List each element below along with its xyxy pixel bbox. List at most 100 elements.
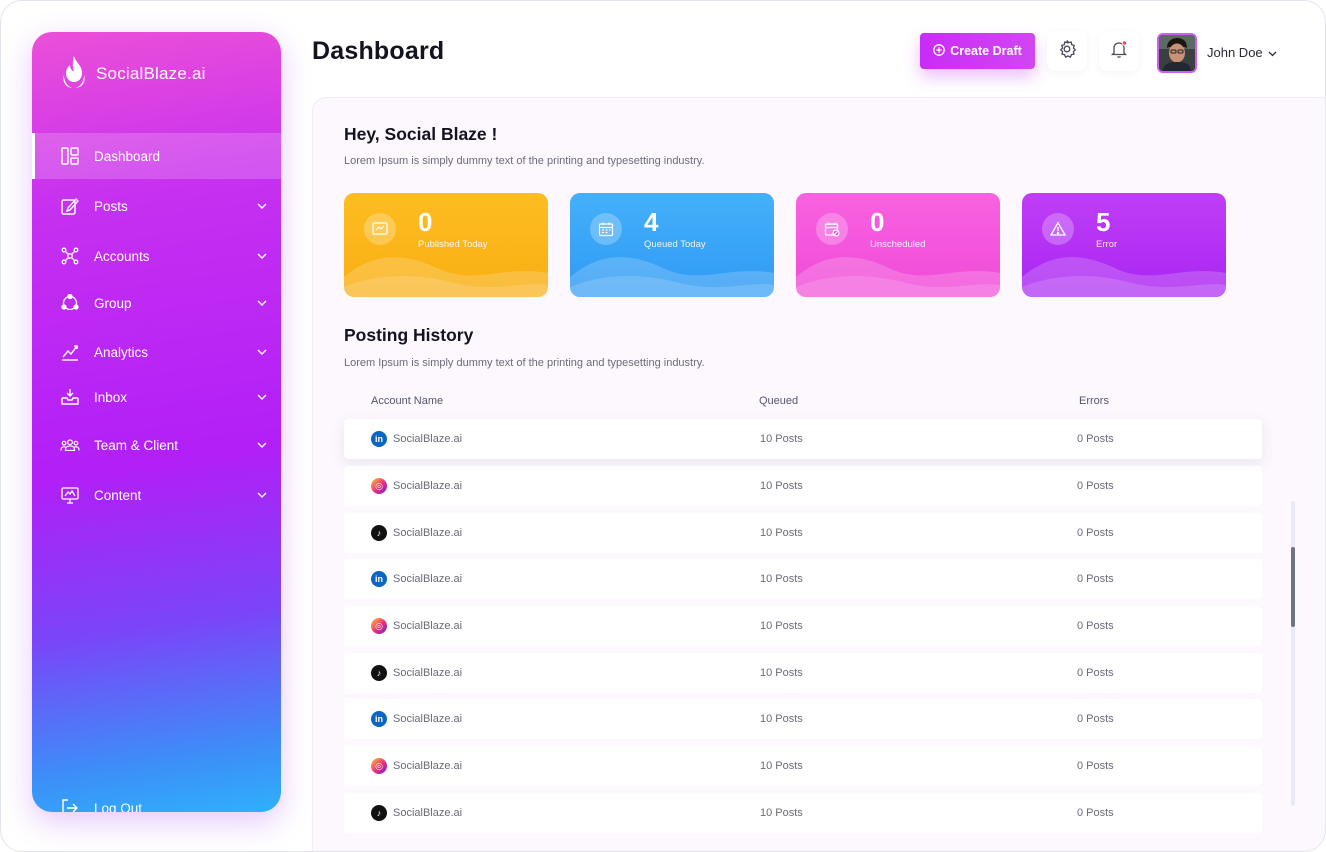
table-row[interactable]: in SocialBlaze.ai 10 Posts 0 Posts [344, 559, 1262, 599]
chart-icon [60, 342, 80, 362]
posting-history-subtitle: Lorem Ipsum is simply dummy text of the … [344, 357, 705, 369]
avatar[interactable] [1157, 33, 1197, 73]
chevron-down-icon[interactable] [257, 394, 267, 400]
stat-card-published[interactable]: 0 Published Today [344, 193, 548, 297]
calendar-icon [590, 213, 622, 245]
account-cell: ♪ SocialBlaze.ai [371, 525, 462, 541]
gear-icon [1057, 39, 1077, 64]
account-cell: in SocialBlaze.ai [371, 571, 462, 587]
table-row[interactable]: in SocialBlaze.ai 10 Posts 0 Posts [344, 699, 1262, 739]
chevron-down-icon[interactable] [257, 442, 267, 448]
sidebar-item-inbox[interactable]: Inbox [32, 374, 281, 420]
avatar-image [1159, 35, 1195, 71]
sidebar-item-content[interactable]: Content [32, 472, 281, 518]
queued-cell: 10 Posts [760, 480, 803, 492]
account-name: SocialBlaze.ai [393, 760, 463, 772]
content-icon [60, 485, 80, 505]
create-draft-label: Create Draft [950, 44, 1022, 58]
account-name: SocialBlaze.ai [393, 667, 463, 679]
queued-cell: 10 Posts [760, 433, 803, 445]
sidebar-item-label: Team & Client [94, 437, 179, 453]
stat-card-error[interactable]: 5 Error [1022, 193, 1226, 297]
errors-cell: 0 Posts [1077, 620, 1114, 632]
sidebar-item-label: Dashboard [94, 148, 161, 164]
chevron-down-icon[interactable] [257, 492, 267, 498]
flame-icon [60, 55, 88, 94]
table-row[interactable]: ♪ SocialBlaze.ai 10 Posts 0 Posts [344, 653, 1262, 693]
unscheduled-icon [816, 213, 848, 245]
sidebar-item-accounts[interactable]: Accounts [32, 233, 281, 279]
sidebar-item-posts[interactable]: Posts [32, 183, 281, 229]
account-cell: in SocialBlaze.ai [371, 431, 462, 447]
column-header-queued[interactable]: Queued [759, 395, 798, 407]
queued-cell: 10 Posts [760, 620, 803, 632]
instagram-icon: ◎ [371, 618, 387, 634]
table-row[interactable]: ◎ SocialBlaze.ai 10 Posts 0 Posts [344, 746, 1262, 786]
table-row[interactable]: ◎ SocialBlaze.ai 10 Posts 0 Posts [344, 606, 1262, 646]
account-cell: ♪ SocialBlaze.ai [371, 665, 462, 681]
brand-logo[interactable]: SocialBlaze.ai [60, 54, 206, 94]
sidebar-item-label: Group [94, 295, 132, 311]
tiktok-icon: ♪ [371, 525, 387, 541]
queued-cell: 10 Posts [760, 807, 803, 819]
notifications-button[interactable] [1099, 31, 1139, 71]
network-icon [60, 246, 80, 266]
table-row[interactable]: ◎ SocialBlaze.ai 10 Posts 0 Posts [344, 466, 1262, 506]
wave-decoration [570, 257, 774, 297]
account-cell: ♪ SocialBlaze.ai [371, 805, 462, 821]
create-draft-button[interactable]: Create Draft [920, 33, 1035, 69]
errors-cell: 0 Posts [1077, 433, 1114, 445]
scrollbar-thumb[interactable] [1291, 547, 1295, 627]
account-cell: ◎ SocialBlaze.ai [371, 478, 462, 494]
sidebar: SocialBlaze.ai Dashboard Posts Accounts [32, 32, 281, 812]
sidebar-item-label: Inbox [94, 389, 128, 405]
account-name: SocialBlaze.ai [393, 480, 463, 492]
table-row[interactable]: in SocialBlaze.ai 10 Posts 0 Posts [344, 419, 1262, 459]
sidebar-item-label: Analytics [94, 344, 149, 360]
stat-value: 0 [870, 207, 885, 237]
account-name: SocialBlaze.ai [393, 573, 463, 585]
app-window: SocialBlaze.ai Dashboard Posts Accounts [0, 0, 1326, 852]
table-row[interactable]: ♪ SocialBlaze.ai 10 Posts 0 Posts [344, 513, 1262, 553]
queued-cell: 10 Posts [760, 573, 803, 585]
stat-card-unscheduled[interactable]: 0 Unscheduled [796, 193, 1000, 297]
linkedin-icon: in [371, 431, 387, 447]
chevron-down-icon[interactable] [257, 300, 267, 306]
sidebar-item-group[interactable]: Group [32, 280, 281, 326]
account-name: SocialBlaze.ai [393, 713, 463, 725]
account-name: SocialBlaze.ai [393, 620, 463, 632]
sidebar-item-dashboard[interactable]: Dashboard [32, 133, 281, 179]
greeting-subtitle: Lorem Ipsum is simply dummy text of the … [344, 155, 705, 167]
queued-cell: 10 Posts [760, 667, 803, 679]
warning-icon [1042, 213, 1074, 245]
brand-name: SocialBlaze.ai [96, 64, 206, 83]
published-icon [364, 213, 396, 245]
stat-card-queued[interactable]: 4 Queued Today [570, 193, 774, 297]
chevron-down-icon[interactable] [257, 203, 267, 209]
wave-decoration [796, 257, 1000, 297]
instagram-icon: ◎ [371, 478, 387, 494]
logout-button[interactable]: Log Out [32, 785, 281, 812]
errors-cell: 0 Posts [1077, 760, 1114, 772]
sidebar-item-label: Content [94, 487, 142, 503]
sidebar-item-label: Accounts [94, 248, 150, 264]
logout-icon [60, 798, 80, 812]
column-header-account[interactable]: Account Name [371, 395, 443, 407]
linkedin-icon: in [371, 571, 387, 587]
stat-value: 0 [418, 207, 433, 237]
wave-decoration [1022, 257, 1226, 297]
chevron-down-icon [1268, 45, 1277, 60]
chevron-down-icon[interactable] [257, 253, 267, 259]
inbox-icon [60, 387, 80, 407]
column-header-errors[interactable]: Errors [1079, 395, 1109, 407]
settings-button[interactable] [1047, 31, 1087, 71]
table-row[interactable]: ♪ SocialBlaze.ai 10 Posts 0 Posts [344, 793, 1262, 833]
chevron-down-icon[interactable] [257, 349, 267, 355]
sidebar-item-label: Posts [94, 198, 128, 214]
errors-cell: 0 Posts [1077, 527, 1114, 539]
greeting-title: Hey, Social Blaze ! [344, 124, 498, 144]
queued-cell: 10 Posts [760, 527, 803, 539]
user-menu[interactable]: John Doe [1207, 45, 1277, 60]
sidebar-item-analytics[interactable]: Analytics [32, 329, 281, 375]
sidebar-item-team-client[interactable]: Team & Client [32, 422, 281, 468]
